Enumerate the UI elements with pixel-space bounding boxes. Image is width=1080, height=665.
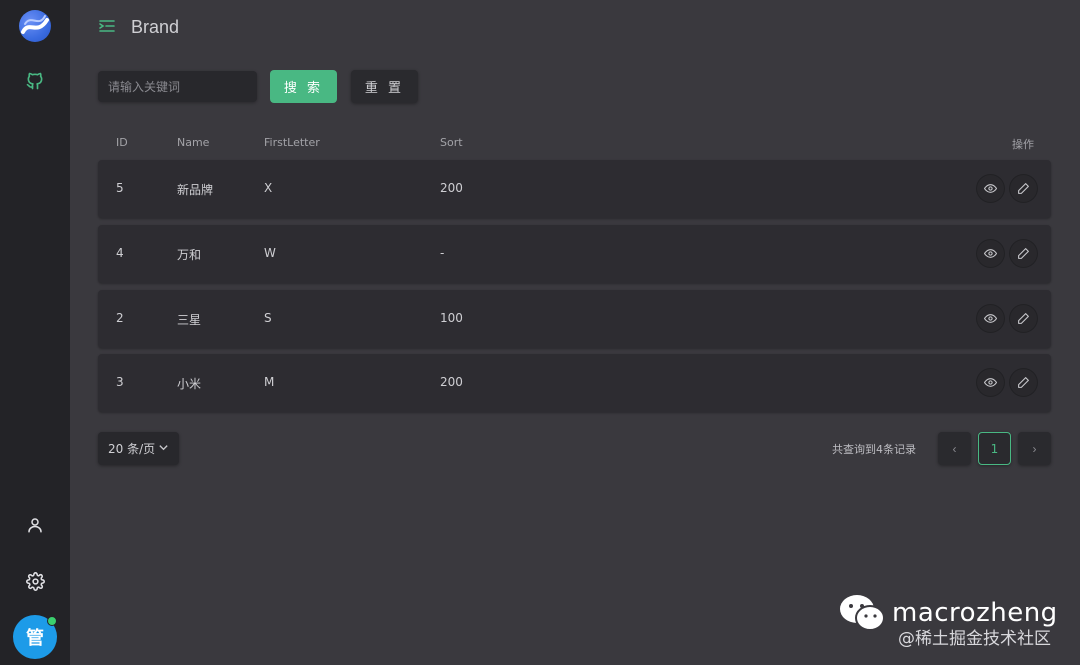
total-records-text: 共查询到4条记录	[832, 443, 916, 456]
menu-indent-icon[interactable]	[98, 17, 116, 35]
chevron-left-icon: ‹	[952, 441, 957, 456]
logo-icon	[21, 15, 49, 34]
cell-id: 3	[116, 375, 124, 389]
reset-button[interactable]: 重 置	[351, 70, 418, 103]
table-row: 3 小米 M 200	[98, 354, 1051, 412]
sidebar: 管	[0, 0, 70, 665]
column-header-sort: Sort	[440, 136, 463, 149]
table-row: 4 万和 W -	[98, 225, 1051, 283]
table-row: 2 三星 S 100	[98, 290, 1051, 348]
pencil-icon	[1018, 377, 1029, 388]
search-button[interactable]: 搜 索	[270, 70, 337, 103]
cell-first-letter: S	[264, 311, 272, 325]
prev-page-button[interactable]: ‹	[938, 432, 971, 465]
view-button[interactable]	[977, 240, 1004, 267]
search-input[interactable]	[98, 71, 257, 102]
cell-name: 三星	[177, 313, 202, 327]
cell-sort: 200	[440, 181, 463, 195]
view-button[interactable]	[977, 369, 1004, 396]
logo[interactable]	[19, 10, 51, 42]
eye-icon	[984, 184, 997, 193]
page-button-current[interactable]: 1	[978, 432, 1011, 465]
cell-name: 新品牌	[177, 183, 214, 197]
page-size-select[interactable]: 20 条/页	[98, 432, 179, 465]
eye-icon	[984, 378, 997, 387]
wechat-icon	[840, 595, 885, 631]
column-header-id: ID	[116, 136, 128, 149]
view-button[interactable]	[977, 305, 1004, 332]
edit-button[interactable]	[1010, 175, 1037, 202]
cell-id: 4	[116, 246, 124, 260]
view-button[interactable]	[977, 175, 1004, 202]
cell-sort: 200	[440, 375, 463, 389]
pencil-icon	[1018, 313, 1029, 324]
eye-icon	[984, 249, 997, 258]
page-size-value: 20 条/页	[108, 442, 156, 456]
github-icon[interactable]	[24, 70, 46, 92]
avatar-text: 管	[26, 628, 44, 649]
gear-icon[interactable]	[24, 570, 46, 592]
chevron-right-icon: ›	[1032, 441, 1037, 456]
cell-id: 2	[116, 311, 124, 325]
avatar[interactable]: 管	[13, 615, 57, 659]
pencil-icon	[1018, 248, 1029, 259]
chevron-down-icon	[159, 445, 168, 451]
watermark-sub: @稀土掘金技术社区	[898, 629, 1051, 649]
edit-button[interactable]	[1010, 369, 1037, 396]
column-header-firstletter: FirstLetter	[264, 136, 320, 149]
page-title: Brand	[131, 17, 180, 37]
cell-first-letter: X	[264, 181, 273, 195]
app: 管 Brand 搜 索 重 置 ID Name FirstLetter Sort…	[0, 0, 1080, 665]
column-header-actions: 操作	[1012, 138, 1034, 151]
cell-first-letter: M	[264, 375, 275, 389]
pencil-icon	[1018, 183, 1029, 194]
user-icon[interactable]	[24, 514, 46, 536]
cell-name: 小米	[177, 377, 202, 391]
column-header-name: Name	[177, 136, 210, 149]
edit-button[interactable]	[1010, 240, 1037, 267]
cell-sort: 100	[440, 311, 463, 325]
cell-name: 万和	[177, 248, 202, 262]
cell-sort: -	[440, 246, 445, 260]
online-status-dot	[47, 616, 57, 626]
next-page-button[interactable]: ›	[1018, 432, 1051, 465]
cell-first-letter: W	[264, 246, 276, 260]
cell-id: 5	[116, 181, 124, 195]
eye-icon	[984, 314, 997, 323]
table-row: 5 新品牌 X 200	[98, 160, 1051, 218]
edit-button[interactable]	[1010, 305, 1037, 332]
